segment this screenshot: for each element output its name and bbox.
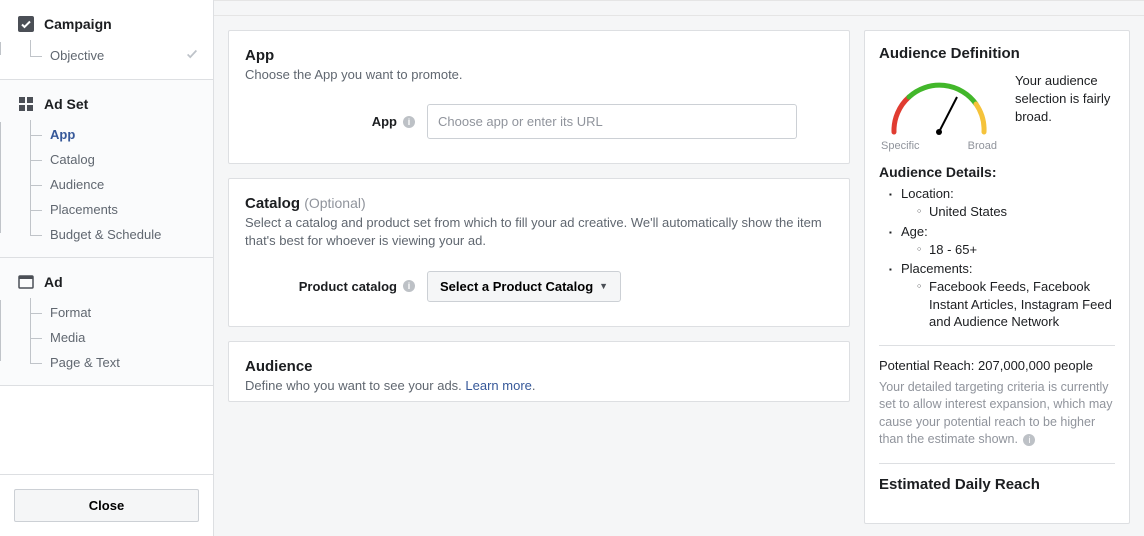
- nav-title: Ad Set: [44, 96, 88, 112]
- nav-section-adset: Ad Set App Catalog Audience Placements B…: [0, 80, 213, 258]
- sidebar-item-media[interactable]: Media: [30, 325, 213, 350]
- panel-app: App Choose the App you want to promote. …: [228, 30, 850, 164]
- nav-title: Ad: [44, 274, 63, 290]
- daily-reach-title: Estimated Daily Reach: [879, 476, 1115, 493]
- panel-catalog: Catalog (Optional) Select a catalog and …: [228, 178, 850, 326]
- sidebar-item-app[interactable]: App: [30, 122, 213, 147]
- info-icon[interactable]: i: [403, 116, 415, 128]
- right-title: Audience Definition: [879, 45, 1115, 62]
- learn-more-link[interactable]: Learn more: [465, 378, 531, 393]
- nav-header-adset[interactable]: Ad Set: [0, 90, 213, 118]
- grid-icon: [18, 96, 34, 112]
- nav-header-ad[interactable]: Ad: [0, 268, 213, 296]
- caret-down-icon: ▼: [599, 281, 608, 291]
- panel-audience: Audience Define who you want to see your…: [228, 341, 850, 402]
- panel-subtitle: Define who you want to see your ads. Lea…: [245, 377, 833, 395]
- audience-definition-box: Audience Definition Specific: [864, 30, 1130, 524]
- sidebar-item-objective[interactable]: Objective: [30, 42, 213, 69]
- sidebar-item-audience[interactable]: Audience: [30, 172, 213, 197]
- checkbox-checked-icon: [18, 16, 34, 32]
- info-icon[interactable]: i: [403, 280, 415, 292]
- audience-gauge: Specific Broad: [879, 72, 999, 152]
- sidebar-item-format[interactable]: Format: [30, 300, 213, 325]
- potential-reach: Potential Reach: 207,000,000 people: [879, 358, 1115, 373]
- sidebar: Campaign Objective Ad Set App C: [0, 0, 214, 536]
- check-icon: [185, 47, 199, 64]
- nav-section-ad: Ad Format Media Page & Text: [0, 258, 213, 386]
- gauge-label-right: Broad: [968, 140, 997, 152]
- sidebar-item-catalog[interactable]: Catalog: [30, 147, 213, 172]
- panel-subtitle: Select a catalog and product set from wh…: [245, 214, 833, 250]
- gauge-message: Your audience selection is fairly broad.: [1015, 72, 1115, 127]
- product-catalog-select[interactable]: Select a Product Catalog ▼: [427, 271, 621, 302]
- close-button[interactable]: Close: [14, 489, 199, 522]
- nav-title: Campaign: [44, 16, 112, 32]
- gauge-label-left: Specific: [881, 140, 920, 152]
- sidebar-item-placements[interactable]: Placements: [30, 197, 213, 222]
- reach-note: Your detailed targeting criteria is curr…: [879, 379, 1115, 449]
- nav-section-campaign: Campaign Objective: [0, 0, 213, 80]
- details-heading: Audience Details:: [879, 164, 1115, 180]
- main: App Choose the App you want to promote. …: [214, 0, 1144, 536]
- panel-title: Catalog (Optional): [245, 195, 833, 212]
- panel-title: App: [245, 47, 833, 64]
- sidebar-item-budget[interactable]: Budget & Schedule: [30, 222, 213, 247]
- audience-details-list: Location: United States Age: 18 - 65+ Pl…: [879, 186, 1115, 331]
- panel-subtitle: Choose the App you want to promote.: [245, 66, 833, 84]
- field-label-app: App i: [245, 114, 415, 129]
- field-label-catalog: Product catalog i: [245, 279, 415, 294]
- nav-header-campaign[interactable]: Campaign: [0, 10, 213, 38]
- app-input[interactable]: [427, 104, 797, 139]
- info-icon[interactable]: i: [1023, 434, 1035, 446]
- panel-title: Audience: [245, 358, 833, 375]
- ad-icon: [18, 274, 34, 290]
- sidebar-item-pagetext[interactable]: Page & Text: [30, 350, 213, 375]
